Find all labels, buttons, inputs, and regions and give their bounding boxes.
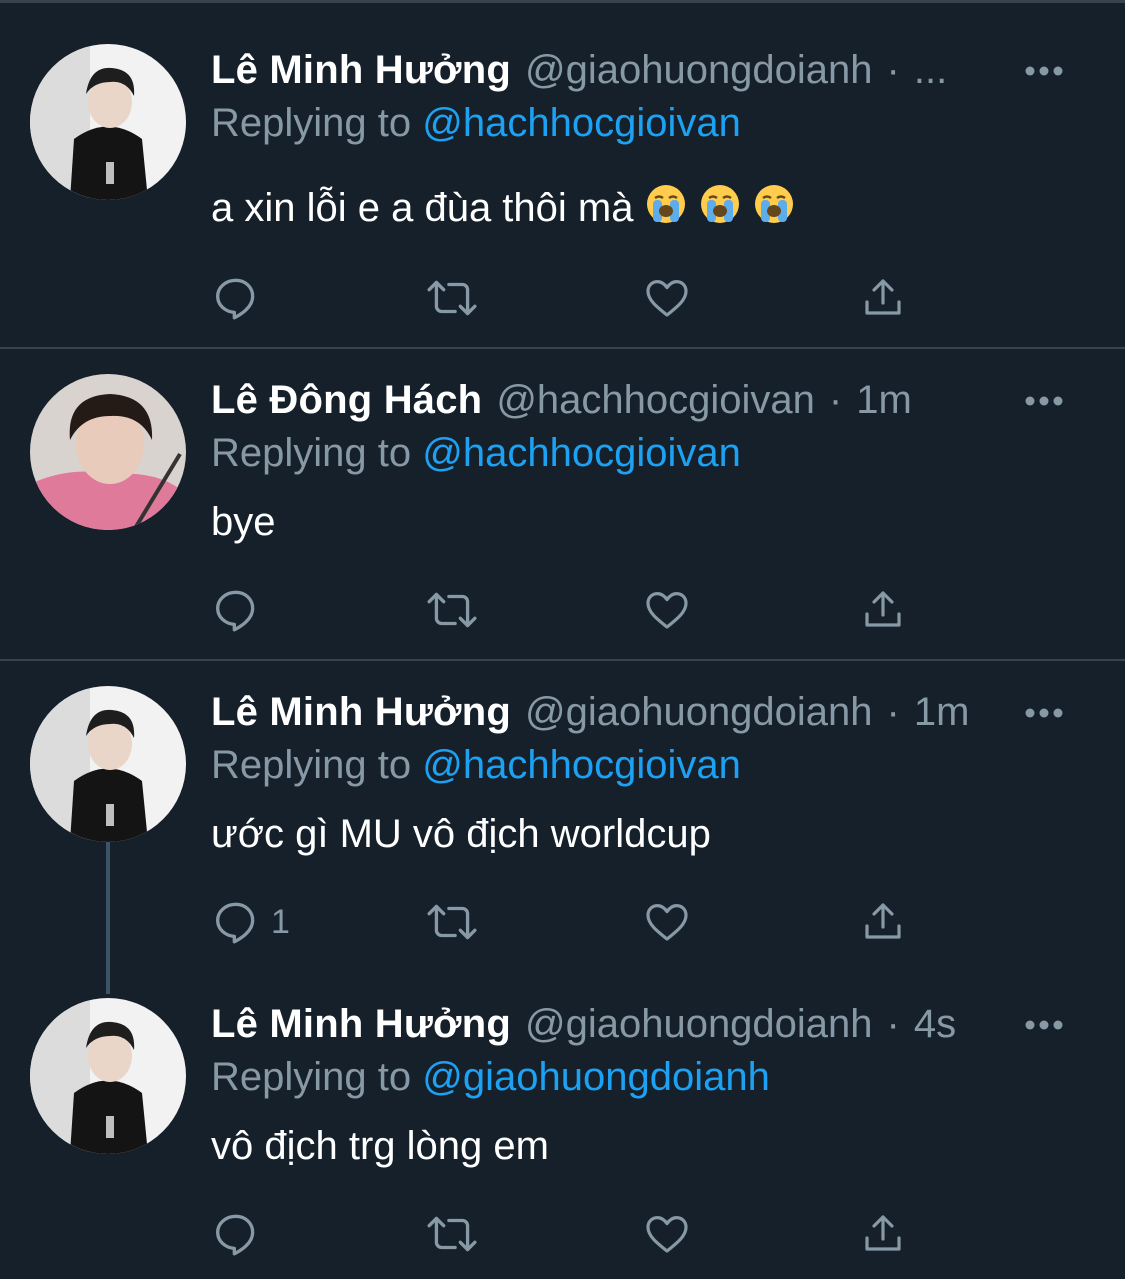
more-icon[interactable] xyxy=(1024,707,1064,719)
reply-count: 1 xyxy=(271,902,290,941)
tweet-text: a xin lỗi e a đùa thôi mà xyxy=(211,183,795,233)
mention-link[interactable]: @giaohuongdoianh xyxy=(422,1055,770,1099)
display-name[interactable]: Lê Minh Hưởng xyxy=(211,46,511,94)
more-icon[interactable] xyxy=(1024,1019,1064,1031)
crying-face-icon xyxy=(753,183,795,237)
display-name[interactable]: Lê Đông Hách xyxy=(211,376,482,424)
share-icon xyxy=(865,279,901,315)
tweet[interactable]: Lê Đông Hách @hachhocgioivan · 1m Replyi… xyxy=(0,349,1125,659)
share-button[interactable] xyxy=(859,585,907,635)
reply-icon xyxy=(216,278,255,320)
user-handle[interactable]: @giaohuongdoianh xyxy=(525,46,873,94)
mention-link[interactable]: @hachhocgioivan xyxy=(422,431,741,475)
retweet-button[interactable] xyxy=(425,585,479,635)
replying-to: Replying to @giaohuongdoianh xyxy=(211,1053,770,1101)
tweet-text: ước gì MU vô địch worldcup xyxy=(211,809,711,859)
separator-dot: · xyxy=(886,690,900,734)
tweet[interactable]: Lê Minh Hưởng @giaohuongdoianh · ... Rep… xyxy=(0,3,1125,347)
share-icon xyxy=(865,903,901,939)
share-icon xyxy=(865,591,901,627)
reply-button[interactable]: 1 xyxy=(211,897,290,947)
like-button[interactable] xyxy=(643,273,691,323)
replying-to-label: Replying to xyxy=(211,431,412,475)
separator-dot: · xyxy=(886,1002,900,1046)
share-button[interactable] xyxy=(859,1209,907,1259)
crying-face-icon xyxy=(645,183,687,237)
replying-to: Replying to @hachhocgioivan xyxy=(211,741,741,789)
timestamp[interactable]: 1m xyxy=(914,688,970,736)
separator-dot: · xyxy=(828,378,843,422)
replying-to: Replying to @hachhocgioivan xyxy=(211,99,741,147)
tweet-text: bye xyxy=(211,497,276,547)
heart-icon xyxy=(646,904,688,941)
tweet-header: Lê Minh Hưởng @giaohuongdoianh · 4s xyxy=(211,1000,956,1048)
retweet-icon xyxy=(427,280,477,316)
more-icon[interactable] xyxy=(1024,65,1064,77)
retweet-button[interactable] xyxy=(425,1209,479,1259)
tweet-header: Lê Đông Hách @hachhocgioivan · 1m xyxy=(211,376,912,424)
replying-to: Replying to @hachhocgioivan xyxy=(211,429,741,477)
tweet[interactable]: Lê Minh Hưởng @giaohuongdoianh · 4s Repl… xyxy=(0,973,1125,1279)
reply-icon xyxy=(216,1214,255,1256)
reply-button[interactable] xyxy=(211,1209,271,1259)
tweet[interactable]: Lê Minh Hưởng @giaohuongdoianh · 1m Repl… xyxy=(0,661,1125,973)
display-name[interactable]: Lê Minh Hưởng xyxy=(211,688,511,736)
tweet-text-content: a xin lỗi e a đùa thôi mà xyxy=(211,186,634,230)
like-button[interactable] xyxy=(643,897,691,947)
mention-link[interactable]: @hachhocgioivan xyxy=(422,101,741,145)
like-button[interactable] xyxy=(643,1209,691,1259)
replying-to-label: Replying to xyxy=(211,101,412,145)
heart-icon xyxy=(646,592,688,629)
avatar[interactable] xyxy=(30,998,186,1154)
retweet-icon xyxy=(427,1216,477,1252)
retweet-button[interactable] xyxy=(425,273,479,323)
tweet-actions: 1 xyxy=(211,897,931,947)
tweet-text: vô địch trg lòng em xyxy=(211,1121,549,1171)
share-icon xyxy=(865,1215,901,1251)
timestamp[interactable]: ... xyxy=(914,46,947,94)
user-handle[interactable]: @giaohuongdoianh xyxy=(525,1000,873,1048)
tweet-text-content: vô địch trg lòng em xyxy=(211,1124,549,1168)
avatar[interactable] xyxy=(30,686,186,842)
separator-dot: · xyxy=(886,48,900,92)
crying-face-icon xyxy=(699,183,741,237)
timestamp[interactable]: 4s xyxy=(914,1000,956,1048)
timestamp[interactable]: 1m xyxy=(856,376,912,424)
share-button[interactable] xyxy=(859,897,907,947)
tweet-actions xyxy=(211,585,931,635)
user-handle[interactable]: @hachhocgioivan xyxy=(496,376,815,424)
replying-to-label: Replying to xyxy=(211,743,412,787)
mention-link[interactable]: @hachhocgioivan xyxy=(422,743,741,787)
reply-button[interactable] xyxy=(211,585,271,635)
retweet-icon xyxy=(427,592,477,628)
replying-to-label: Replying to xyxy=(211,1055,412,1099)
tweet-actions xyxy=(211,1209,931,1259)
display-name[interactable]: Lê Minh Hưởng xyxy=(211,1000,511,1048)
tweet-header: Lê Minh Hưởng @giaohuongdoianh · 1m xyxy=(211,688,969,736)
like-button[interactable] xyxy=(643,585,691,635)
tweet-actions xyxy=(211,273,931,323)
reply-button[interactable] xyxy=(211,273,271,323)
heart-icon xyxy=(646,1216,688,1253)
tweet-text-content: ước gì MU vô địch worldcup xyxy=(211,812,711,856)
reply-icon xyxy=(216,902,255,944)
more-icon[interactable] xyxy=(1024,395,1064,407)
reply-icon xyxy=(216,590,255,632)
tweet-text-content: bye xyxy=(211,500,276,544)
avatar[interactable] xyxy=(30,374,186,530)
retweet-icon xyxy=(427,904,477,940)
share-button[interactable] xyxy=(859,273,907,323)
avatar[interactable] xyxy=(30,44,186,200)
heart-icon xyxy=(646,280,688,317)
user-handle[interactable]: @giaohuongdoianh xyxy=(525,688,873,736)
retweet-button[interactable] xyxy=(425,897,479,947)
tweet-header: Lê Minh Hưởng @giaohuongdoianh · ... xyxy=(211,46,947,94)
